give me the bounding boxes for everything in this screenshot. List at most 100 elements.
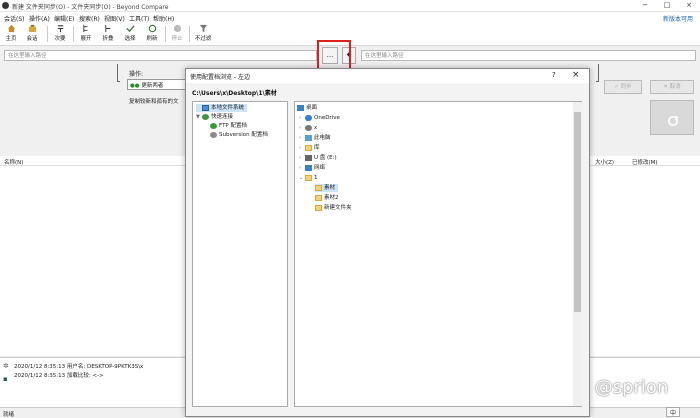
tree-node-network[interactable]: › 网络 (299, 164, 325, 172)
session-label: 会话 (26, 36, 38, 42)
name-column[interactable]: 名称(N) (4, 158, 23, 166)
computer-icon (202, 104, 209, 111)
tree-node-label: 网络 (314, 165, 326, 171)
tree-node-svn[interactable]: Subversion 配置档 (210, 131, 268, 139)
tree-node-ftp[interactable]: FTP 配置档 (210, 122, 247, 130)
tree-node-label: 桌面 (306, 105, 318, 111)
folder-tree[interactable]: 桌面 › OneDrive › x › 此电脑 › 库 › U 盘 (E:) › 网络 ⌄ 1… (294, 101, 582, 407)
select-label: 选择 (124, 36, 136, 42)
connector-line (117, 64, 120, 82)
tree-node-user[interactable]: › x (299, 124, 317, 132)
select-button[interactable]: 选择 (121, 24, 139, 44)
cloud-icon (305, 114, 312, 121)
dialog-close-button[interactable]: × (572, 70, 580, 80)
window-title: 新建 文件夹同步(O) - 文件夹同步(O) - Beyond Compare (12, 4, 169, 11)
stop-button[interactable]: 停止 (169, 24, 185, 44)
minor-icon (57, 25, 63, 33)
collapse-button[interactable]: 折叠 (99, 24, 117, 44)
refresh-button[interactable]: 刷新 (143, 24, 161, 44)
cancel-label: 取消 (669, 84, 681, 90)
tree-node-sucai[interactable]: 素材 (315, 184, 339, 192)
close-button[interactable]: × (684, 1, 694, 10)
filter-icon (199, 24, 207, 33)
tree-node-onedrive[interactable]: › OneDrive (299, 114, 340, 122)
browse-dialog: 使用配置档浏览 - 左边 ? × C:\Users\x\Desktop\1\素材… (185, 68, 590, 417)
tree-node-library[interactable]: › 库 (299, 144, 320, 152)
title-bar: 新建 文件夹同步(O) - 文件夹同步(O) - Beyond Compare … (0, 0, 700, 12)
folder-icon (315, 194, 322, 201)
globe-icon (210, 122, 217, 129)
stop-icon (173, 24, 181, 33)
tree-node-quickconnect[interactable]: ▼ 快速连接 (196, 113, 233, 121)
minor-button[interactable]: 次要 (51, 24, 69, 44)
select-icon (125, 25, 135, 33)
home-button[interactable]: 主页 (3, 24, 19, 44)
session-button[interactable]: 会话 (22, 24, 42, 44)
toolbar-separator (165, 26, 166, 42)
tree-node-sucai2[interactable]: 素材2 (315, 194, 339, 202)
tree-node-label: Subversion 配置档 (219, 132, 268, 138)
stop-label: 停止 (171, 36, 183, 42)
tree-node-label: x (314, 125, 318, 131)
expand-button[interactable]: 展开 (77, 24, 95, 44)
ime-indicator: 中 (666, 407, 680, 417)
minor-label: 次要 (54, 36, 66, 42)
folder-icon (315, 204, 322, 211)
home-label: 主页 (5, 36, 17, 42)
sync-icon: ●● (130, 83, 140, 89)
svn-icon (210, 131, 217, 138)
tree-node-label: 快速连接 (211, 114, 234, 120)
sync-button[interactable]: ✓ 同步 (604, 80, 642, 94)
tree-node-folder-1[interactable]: ⌄ 1 (299, 174, 318, 182)
size-column[interactable]: 大小(Z) (595, 158, 614, 166)
computer-icon (305, 134, 312, 141)
tree-node-label: U 盘 (E:) (314, 155, 337, 161)
operation-value: 更新两者 (141, 83, 164, 89)
save-icon[interactable]: ▪ (3, 375, 8, 383)
tree-node-usb[interactable]: › U 盘 (E:) (299, 154, 337, 162)
sync-label: 同步 (620, 84, 632, 90)
library-icon (305, 144, 312, 151)
tree-node-label: 本地文件系统 (211, 105, 245, 111)
tree-node-label: 库 (314, 145, 320, 151)
current-path: C:\Users\x\Desktop\1\素材 (192, 90, 277, 97)
maximize-button[interactable]: □ (662, 1, 672, 10)
tree-node-local[interactable]: 本地文件系统 (196, 104, 248, 112)
refresh-large-button[interactable] (650, 100, 694, 135)
tree-node-label: FTP 配置档 (219, 123, 247, 129)
tree-node-label: 1 (314, 175, 318, 181)
globe-icon (202, 113, 209, 120)
refresh-label: 刷新 (146, 36, 158, 42)
folder-icon (315, 184, 322, 191)
tree-node-label: 素材2 (324, 195, 339, 201)
gear-icon[interactable]: ✲ (3, 362, 9, 370)
drive-icon (305, 154, 312, 161)
operation-description: 复制较新和孤有的文 (129, 99, 179, 105)
toolbar-separator (47, 26, 48, 42)
profile-tree[interactable]: 本地文件系统 ▼ 快速连接 FTP 配置档 Subversion 配置档 (192, 101, 288, 407)
collapse-icon (104, 24, 110, 33)
left-path-input[interactable]: 在这里输入路径 (4, 50, 317, 61)
modified-column[interactable]: 已修改(M) (632, 158, 658, 166)
minimize-button[interactable]: − (640, 1, 650, 10)
highlight-box (317, 40, 351, 70)
scrollbar-thumb[interactable] (574, 112, 581, 312)
tree-node-label: 此电脑 (314, 135, 331, 141)
tree-node-newfolder[interactable]: 新建文件夹 (315, 204, 352, 212)
tree-node-thispc[interactable]: › 此电脑 (299, 134, 331, 142)
tree-node-label: 素材 (324, 185, 336, 191)
right-path-input[interactable]: 在这里输入路径 (361, 50, 696, 61)
operation-select[interactable]: ●● 更新两者 (127, 79, 187, 90)
connector-line-right (596, 64, 599, 82)
folder-icon (305, 174, 312, 181)
tree-node-label: OneDrive (314, 115, 340, 121)
cancel-button[interactable]: ✕ 取消 (650, 80, 694, 94)
tree-node-desktop[interactable]: 桌面 (297, 104, 317, 112)
help-button[interactable]: ? (552, 71, 556, 79)
refresh-icon (148, 24, 156, 33)
home-icon (7, 24, 15, 33)
network-icon (305, 164, 312, 171)
expand-icon (82, 24, 87, 33)
tree-node-label: 新建文件夹 (324, 205, 352, 211)
filter-button[interactable]: 不过滤 (193, 24, 213, 44)
